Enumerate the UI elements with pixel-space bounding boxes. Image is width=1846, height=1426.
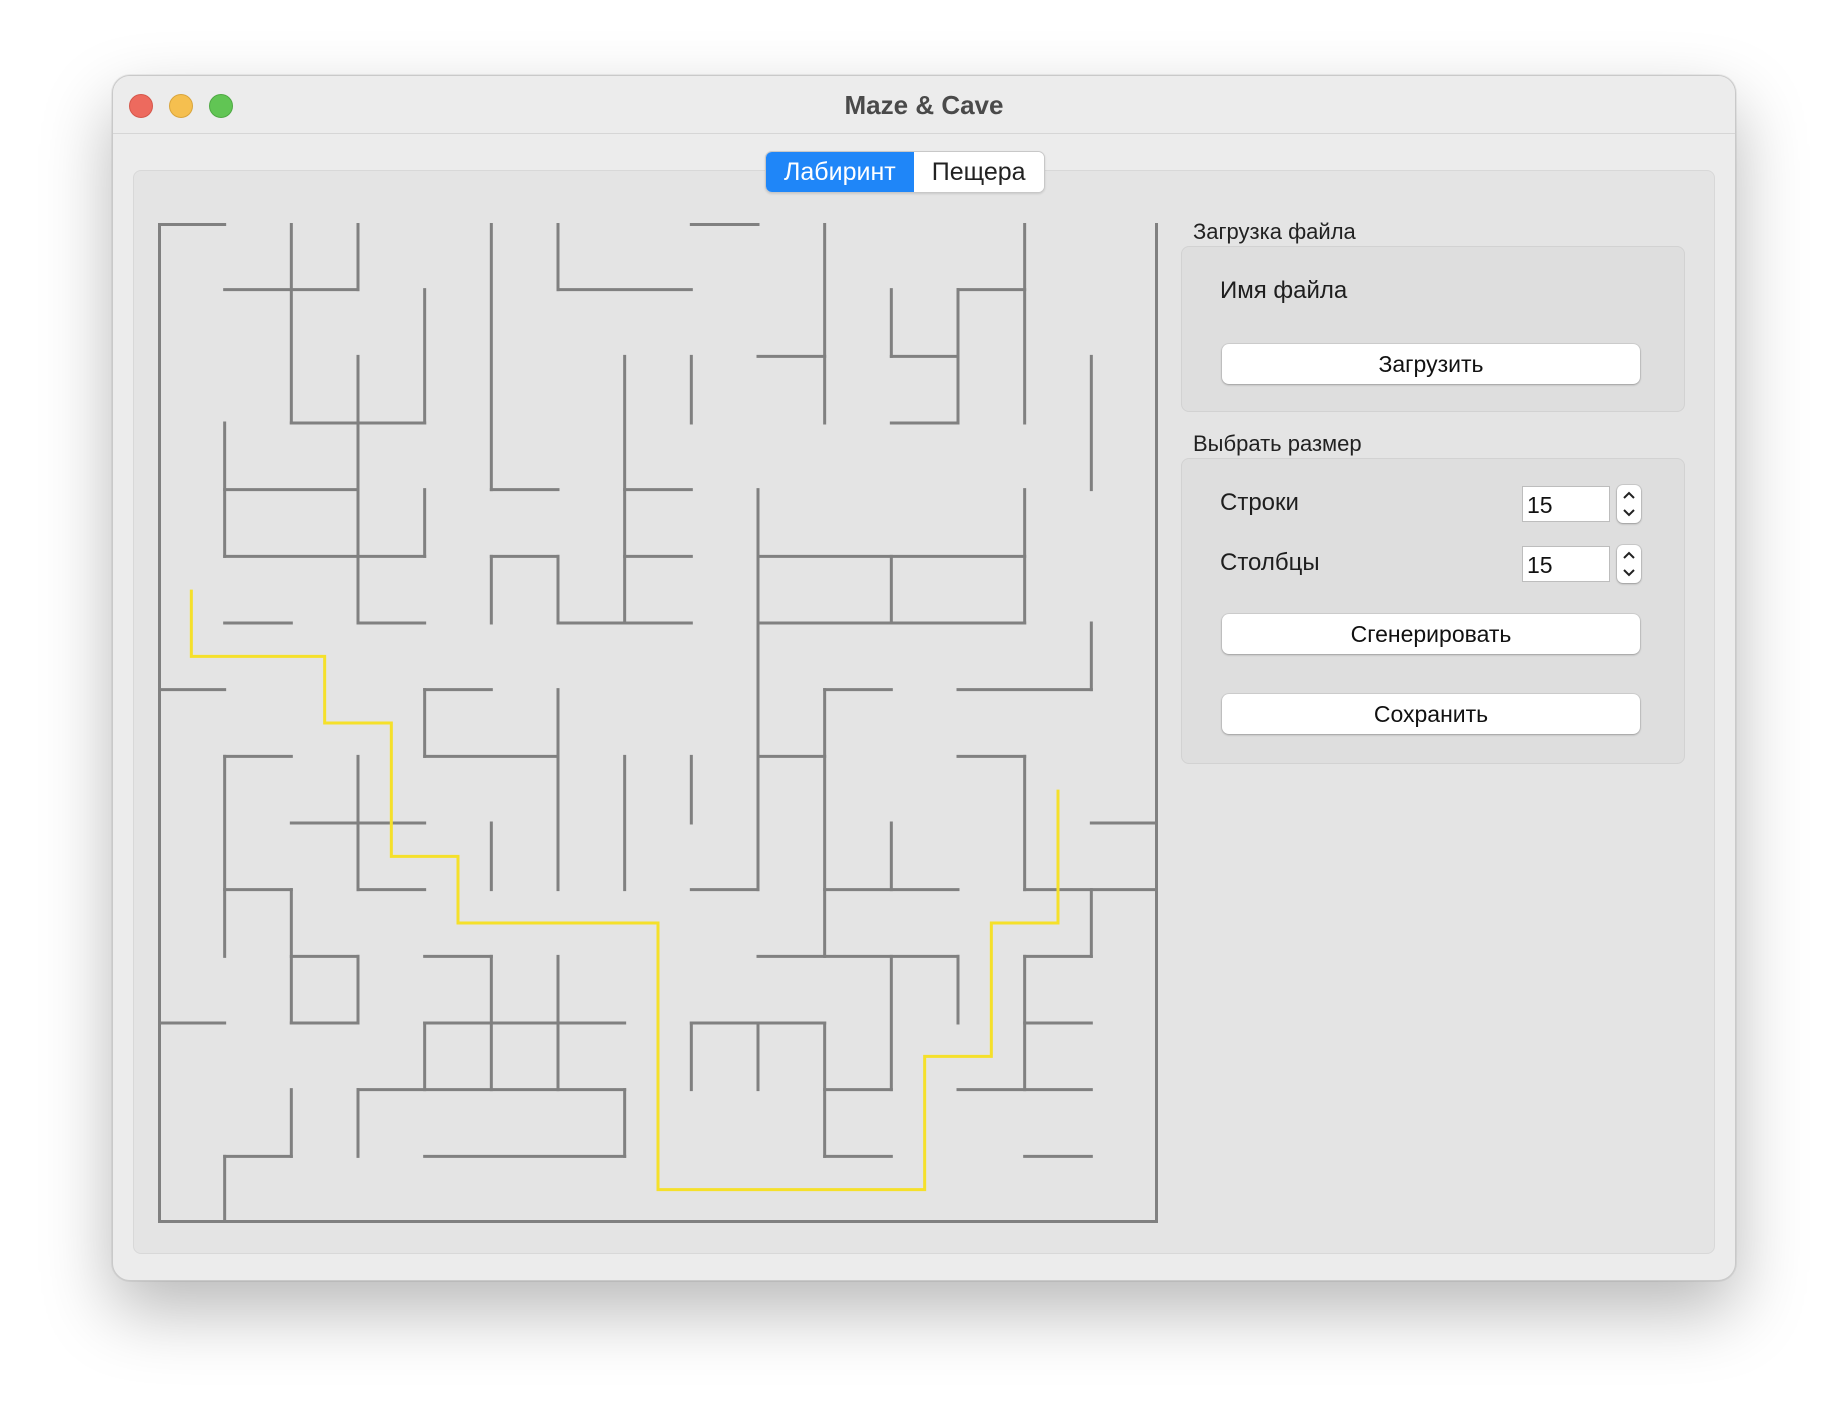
file-groupbox: Имя файла Загрузить	[1181, 246, 1685, 412]
maze-canvas	[158, 223, 1158, 1223]
rows-input[interactable]: 15	[1522, 486, 1610, 522]
filename-label: Имя файла	[1220, 277, 1348, 304]
cols-label: Столбцы	[1220, 549, 1320, 576]
cols-stepper[interactable]	[1617, 545, 1641, 583]
size-section-title: Выбрать размер	[1193, 431, 1362, 456]
title-bar: Maze & Cave	[113, 76, 1735, 134]
file-section-title: Загрузка файла	[1193, 219, 1356, 244]
tab-cave[interactable]: Пещера	[913, 152, 1044, 192]
generate-button[interactable]: Сгенерировать	[1222, 614, 1640, 654]
chevron-up-icon[interactable]	[1623, 491, 1635, 499]
size-groupbox: Строки 15 Столбцы 15 Сгенерировать Сохра…	[1181, 458, 1685, 764]
window-title: Maze & Cave	[844, 90, 1004, 120]
chevron-down-icon[interactable]	[1623, 509, 1635, 517]
rows-stepper[interactable]	[1617, 485, 1641, 523]
tab-bar: Лабиринт Пещера	[765, 151, 1045, 193]
tab-maze[interactable]: Лабиринт	[766, 152, 914, 192]
rows-label: Строки	[1220, 489, 1299, 516]
chevron-up-icon[interactable]	[1623, 551, 1635, 559]
cols-input[interactable]: 15	[1522, 546, 1610, 582]
chevron-down-icon[interactable]	[1623, 569, 1635, 577]
load-button[interactable]: Загрузить	[1222, 344, 1640, 384]
app-window: Maze & Cave Лабиринт Пещера Загрузка фай…	[112, 75, 1736, 1281]
save-button[interactable]: Сохранить	[1222, 694, 1640, 734]
